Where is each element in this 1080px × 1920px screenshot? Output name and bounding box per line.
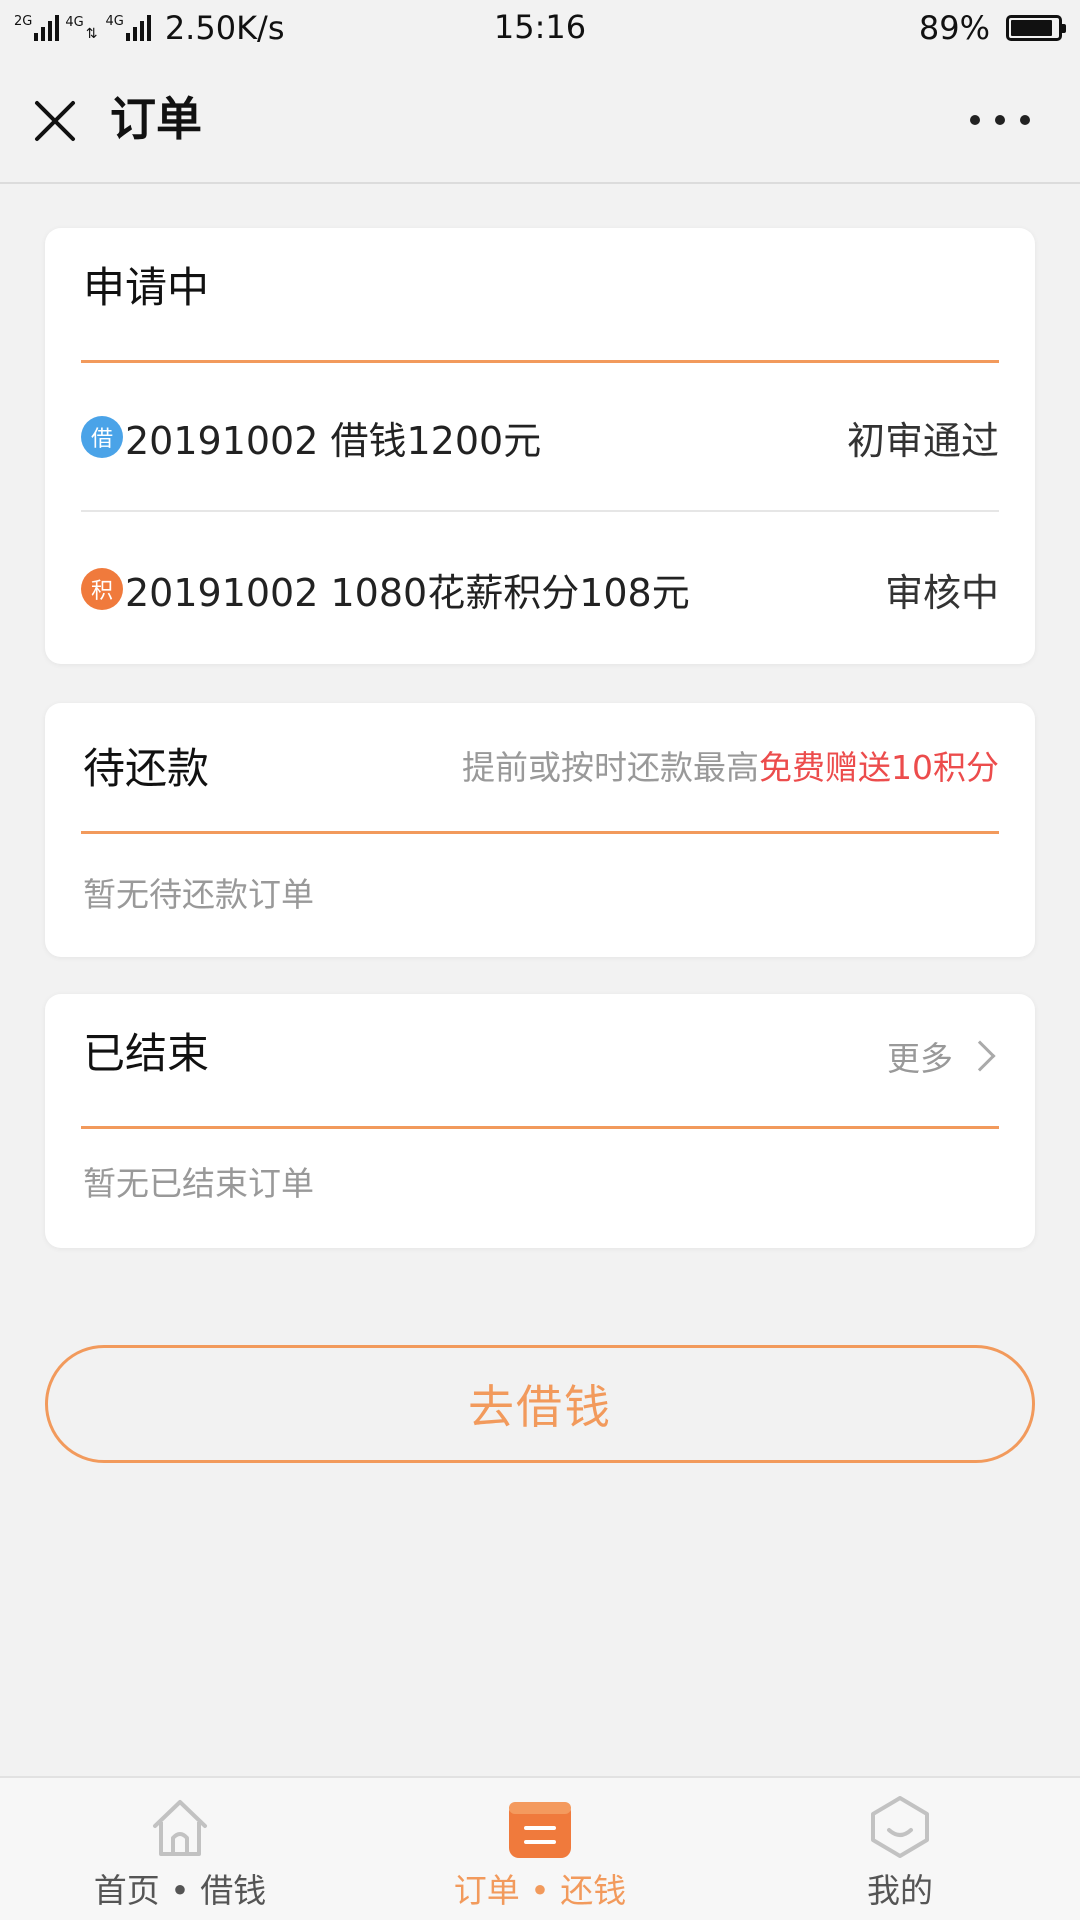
orders-icon [509,1802,571,1858]
status-bar: 2G 4G ⇅ 4G 2.50K/s 15:16 89% [0,0,1080,58]
card-divider [81,831,999,834]
card-divider [81,360,999,363]
finished-empty-text: 暂无已结束订单 [83,1164,314,1203]
chevron-right-icon [964,1040,996,1072]
tab-profile[interactable]: 我的 [720,1778,1080,1920]
order-status: 审核中 [884,570,999,615]
borrow-button-label: 去借钱 [468,1380,612,1434]
tab-home[interactable]: 首页 • 借钱 [0,1778,360,1920]
profile-icon [871,1796,929,1858]
order-status: 初审通过 [846,418,999,463]
promo-highlight: 免费赠送10积分 [759,748,999,787]
order-text: 20191002 借钱1200元 [125,418,542,463]
order-row-loan[interactable]: 借 20191002 借钱1200元 初审通过 [81,402,999,472]
more-icon [970,115,980,125]
promo-text: 提前或按时还款最高免费赠送10积分 [462,743,999,793]
more-button[interactable] [970,110,1030,130]
battery-icon [1006,15,1066,41]
row-divider [81,510,999,512]
pending-empty-text: 暂无待还款订单 [83,875,314,914]
screen: 2G 4G ⇅ 4G 2.50K/s 15:16 89% 订单 申请中 借 20… [0,0,1080,1920]
status-right: 89% [918,8,1066,48]
borrow-button[interactable]: 去借钱 [45,1345,1035,1463]
battery-fill [1011,20,1052,36]
tab-bar: 首页 • 借钱 订单 • 还钱 我的 [0,1776,1080,1920]
nav-bar: 订单 [0,58,1080,184]
tab-orders[interactable]: 订单 • 还钱 [360,1778,720,1920]
tab-orders-label: 订单 • 还钱 [453,1871,627,1910]
battery-percent: 89% [918,9,990,47]
finished-title: 已结束 [83,1029,210,1078]
pending-card: 待还款 提前或按时还款最高免费赠送10积分 暂无待还款订单 [45,703,1035,957]
close-button[interactable] [30,96,80,146]
home-icon [153,1800,207,1856]
more-link-label: 更多 [887,1039,953,1078]
loan-badge-icon: 借 [81,416,123,458]
more-link[interactable]: 更多 [887,1032,999,1080]
promo-prefix: 提前或按时还款最高 [462,748,759,787]
order-text: 20191002 1080花薪积分108元 [125,570,690,615]
close-icon [35,101,75,141]
applying-card: 申请中 借 20191002 借钱1200元 初审通过 积 20191002 1… [45,228,1035,664]
tab-profile-label: 我的 [867,1871,933,1910]
points-badge-icon: 积 [81,568,123,610]
applying-title: 申请中 [83,263,210,312]
page-title: 订单 [110,92,202,146]
tab-home-label: 首页 • 借钱 [93,1871,267,1910]
finished-card: 已结束 更多 暂无已结束订单 [45,994,1035,1248]
order-row-points[interactable]: 积 20191002 1080花薪积分108元 审核中 [81,554,999,624]
pending-title: 待还款 [83,744,210,793]
card-divider [81,1126,999,1129]
